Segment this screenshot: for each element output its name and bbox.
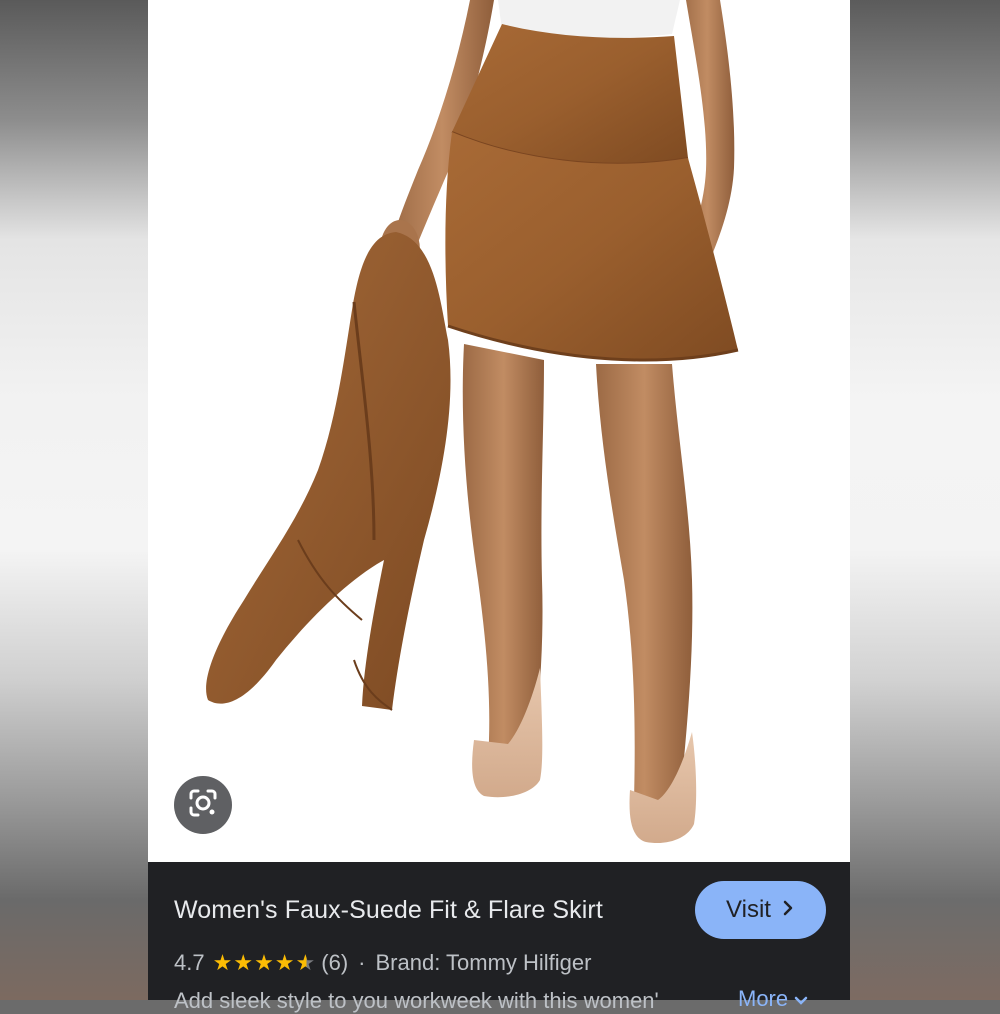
star-icon: ★ <box>233 950 254 975</box>
brand-label: Brand: Tommy Hilfiger <box>375 950 592 975</box>
google-lens-icon <box>187 787 219 824</box>
rating-stars: ★ ★ ★ ★ ★ <box>213 952 316 974</box>
lens-button[interactable] <box>174 776 232 834</box>
star-half-icon: ★ <box>295 950 316 975</box>
more-label: More <box>738 986 789 1011</box>
blurred-background-left <box>0 0 148 1000</box>
rating-brand-row: 4.7 ★ ★ ★ ★ ★ (6) · Brand: Tommy Hilfige… <box>174 950 591 976</box>
chevron-right-icon <box>781 896 795 924</box>
star-icon: ★ <box>212 950 233 975</box>
image-viewer: Women's Faux-Suede Fit & Flare Skirt Vis… <box>148 0 850 1013</box>
star-icon: ★ <box>254 950 274 975</box>
rating-value: 4.7 <box>174 950 205 975</box>
visit-button[interactable]: Visit <box>695 881 826 939</box>
visit-label: Visit <box>726 896 771 923</box>
product-description: Add sleek style to you workweek with thi… <box>174 988 659 1013</box>
blurred-background-right <box>850 0 1000 1000</box>
chevron-down-icon <box>794 986 808 1012</box>
star-icon: ★ <box>274 950 295 975</box>
product-title[interactable]: Women's Faux-Suede Fit & Flare Skirt <box>174 896 603 925</box>
review-count[interactable]: (6) <box>321 950 348 976</box>
product-info-panel: Women's Faux-Suede Fit & Flare Skirt Vis… <box>148 862 850 1013</box>
product-image[interactable] <box>148 0 850 862</box>
more-link[interactable]: More <box>738 986 808 1012</box>
product-photo-illustration <box>206 0 739 844</box>
separator-dot: · <box>358 950 366 975</box>
